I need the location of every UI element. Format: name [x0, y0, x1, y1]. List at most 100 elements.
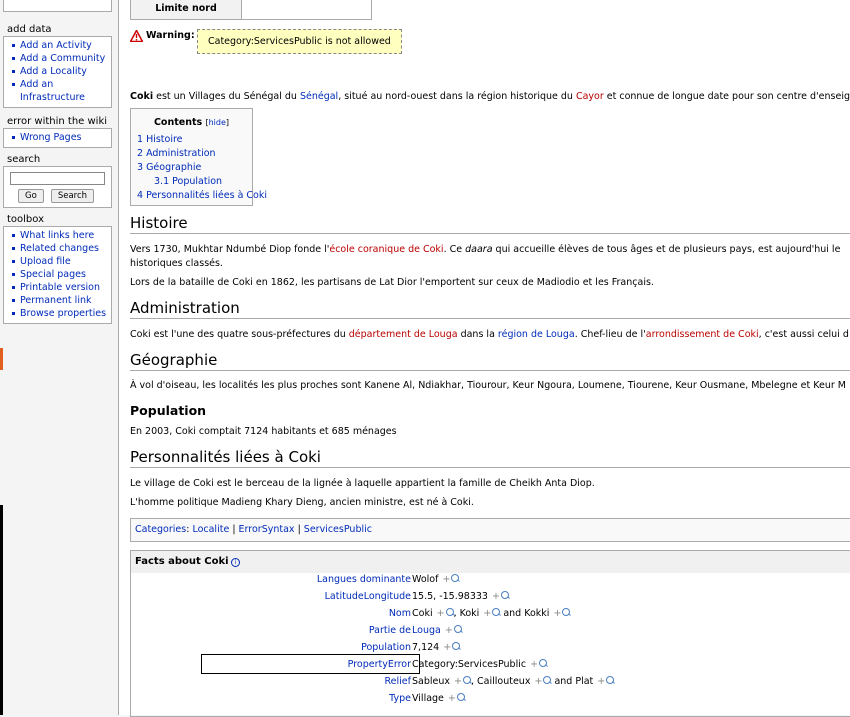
plus-icon[interactable]: +: [483, 608, 491, 619]
facts-property-link[interactable]: Langues dominante: [317, 574, 411, 585]
portlet-toolbox: toolbox What links here Related changes …: [3, 212, 112, 324]
category-localite[interactable]: Localite: [192, 524, 229, 535]
magnifier-icon[interactable]: [456, 693, 465, 701]
search-button[interactable]: Search: [50, 189, 95, 203]
info-icon[interactable]: i: [231, 558, 240, 567]
link-arrondissement-coki[interactable]: arrondissement de Coki: [646, 329, 759, 340]
plus-icon[interactable]: +: [530, 659, 538, 670]
toc-item-administration[interactable]: 2 Administration: [137, 148, 216, 159]
link-senegal[interactable]: Sénégal: [300, 91, 338, 102]
plus-icon[interactable]: +: [437, 608, 445, 619]
geographie-paragraph: À vol d'oiseau, les localités les plus p…: [130, 380, 847, 391]
categories-label-link[interactable]: Categories: [135, 524, 186, 535]
sidebar-item-add-locality[interactable]: Add a Locality: [10, 65, 107, 78]
category-links: Categories: Localite | ErrorSyntax | Ser…: [130, 518, 850, 542]
sidebar-item-permanent-link[interactable]: Permanent link: [10, 294, 107, 307]
facts-value-separator: and: [500, 608, 525, 619]
sidebar-item-wrong-pages[interactable]: Wrong Pages: [10, 131, 107, 144]
facts-property-link[interactable]: LatitudeLongitude: [325, 591, 411, 602]
plus-icon[interactable]: +: [597, 676, 605, 687]
plus-icon[interactable]: +: [442, 574, 450, 585]
magnifier-icon[interactable]: [445, 608, 454, 616]
magnifier-icon[interactable]: [539, 659, 548, 667]
sidebar-item-browse-properties[interactable]: Browse properties: [10, 307, 107, 320]
histoire-paragraph-2: Lors de la bataille de Coki en 1862, les…: [130, 277, 654, 288]
sidebar-item-special-pages[interactable]: Special pages: [10, 268, 107, 281]
portlet-errors: error within the wiki Wrong Pages: [3, 114, 112, 148]
portlet-title: error within the wiki: [7, 116, 108, 127]
toc-item-personnalites[interactable]: 4 Personnalités liées à Coki: [137, 190, 267, 201]
warning-label: Warning:: [146, 30, 195, 41]
facts-property-link[interactable]: Nom: [389, 608, 411, 619]
window-edge: [0, 505, 3, 715]
sidebar-item-add-infrastructure[interactable]: Add an Infrastructure: [10, 78, 107, 104]
facts-value: Sableux: [412, 676, 451, 687]
magnifier-icon[interactable]: [606, 676, 615, 684]
infobox-remnant: Limite nord: [130, 0, 372, 20]
plus-icon[interactable]: +: [443, 642, 451, 653]
sidebar-item-add-community[interactable]: Add a Community: [10, 52, 107, 65]
facts-row: Langues dominante Wolof +: [131, 574, 850, 590]
plus-icon[interactable]: +: [534, 676, 542, 687]
magnifier-icon[interactable]: [543, 676, 552, 684]
sidebar-item-add-activity[interactable]: Add an Activity: [10, 39, 107, 52]
portlet-body: What links here Related changes Upload f…: [3, 226, 112, 324]
facts-values: Sableux +, Caillouteux + and Plat +: [412, 676, 615, 687]
category-errorsyntax[interactable]: ErrorSyntax: [239, 524, 295, 535]
plus-icon[interactable]: +: [448, 693, 456, 704]
facts-value: Plat: [575, 676, 594, 687]
portlet-body: Go Search: [3, 166, 112, 208]
personnalites-paragraph-1: Le village de Coki est le berceau de la …: [130, 478, 595, 489]
content-area: Limite nord Warning: Category:ServicesPu…: [118, 0, 850, 717]
facts-values: Village +: [412, 693, 465, 704]
toc-item-geographie[interactable]: 3 Géographie: [137, 162, 201, 173]
magnifier-icon[interactable]: [452, 642, 461, 650]
warning-icon: [130, 30, 143, 42]
search-input[interactable]: [10, 172, 105, 185]
sidebar-item-printable-version[interactable]: Printable version: [10, 281, 107, 294]
facts-property-link[interactable]: Type: [389, 693, 411, 704]
toc-hide-link[interactable]: hide: [209, 118, 226, 127]
infobox-label: Limite nord: [131, 0, 242, 19]
sidebar-item-upload-file[interactable]: Upload file: [10, 255, 107, 268]
toc-item-histoire[interactable]: 1 Histoire: [137, 134, 183, 145]
portlet-title: toolbox: [7, 214, 45, 225]
magnifier-icon[interactable]: [451, 574, 460, 582]
facts-property-link[interactable]: Partie de: [369, 625, 411, 636]
magnifier-icon[interactable]: [562, 608, 571, 616]
warning-message: Category:ServicesPublic is not allowed: [197, 29, 402, 54]
plus-icon[interactable]: +: [454, 676, 462, 687]
facts-values: Wolof +: [412, 574, 460, 585]
administration-paragraph: Coki est l'une des quatre sous-préfectur…: [130, 329, 849, 340]
facts-value: Village: [412, 693, 444, 704]
facts-value[interactable]: Louga: [412, 625, 441, 636]
facts-value: 15.5, -15.98333: [412, 591, 488, 602]
link-cayor[interactable]: Cayor: [576, 91, 604, 102]
link-ecole-coranique[interactable]: école coranique de Coki: [329, 244, 443, 255]
magnifier-icon[interactable]: [500, 591, 509, 599]
magnifier-icon[interactable]: [492, 608, 501, 616]
plus-icon[interactable]: +: [492, 591, 500, 602]
facts-row: LatitudeLongitude 15.5, -15.98333 +: [131, 591, 850, 607]
sidebar-item-what-links-here[interactable]: What links here: [10, 229, 107, 242]
facts-values: Coki +, Koki + and Kokki +: [412, 608, 571, 619]
facts-property-link[interactable]: Relief: [385, 676, 412, 687]
heading-geographie: Géographie: [130, 351, 850, 371]
category-servicespublic[interactable]: ServicesPublic: [304, 524, 372, 535]
plus-icon[interactable]: +: [445, 625, 453, 636]
link-departement-louga[interactable]: département de Louga: [349, 329, 458, 340]
facts-row: Partie de Louga +: [131, 625, 850, 641]
heading-histoire: Histoire: [130, 214, 850, 234]
facts-values: Category:ServicesPublic +: [412, 659, 548, 670]
magnifier-icon[interactable]: [453, 625, 462, 633]
sidebar-item-related-changes[interactable]: Related changes: [10, 242, 107, 255]
facts-values: 7,124 +: [412, 642, 461, 653]
heading-population: Population: [130, 403, 207, 418]
toc-item-population[interactable]: 3.1 Population: [154, 176, 222, 187]
facts-property-link[interactable]: Population: [361, 642, 411, 653]
link-region-louga[interactable]: région de Louga: [498, 329, 575, 340]
go-button[interactable]: Go: [18, 189, 44, 203]
magnifier-icon[interactable]: [462, 676, 471, 684]
portlet-body: Wrong Pages: [3, 128, 112, 148]
plus-icon[interactable]: +: [553, 608, 561, 619]
